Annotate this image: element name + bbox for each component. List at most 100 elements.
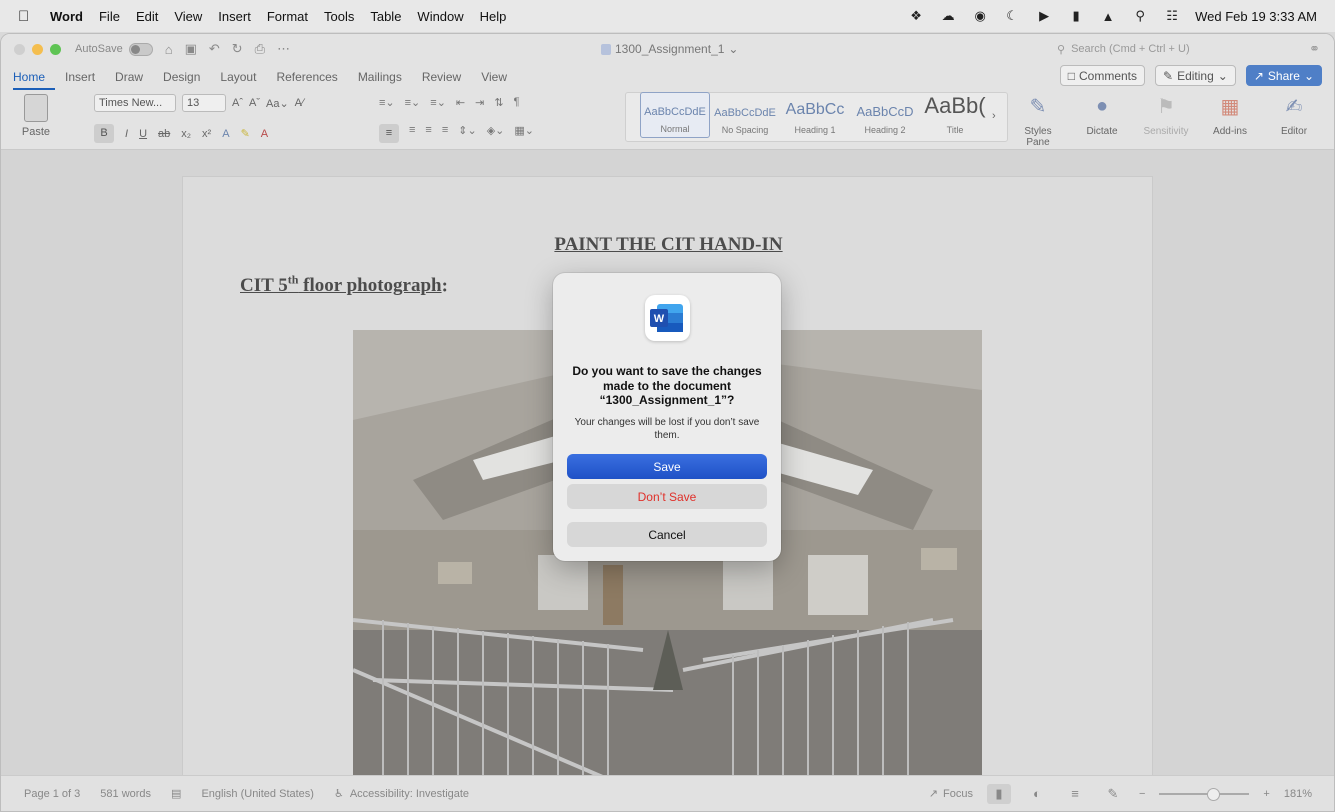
comments-button[interactable]: □ Comments — [1059, 65, 1146, 86]
style-normal[interactable]: AaBbCcDdE Normal — [640, 92, 710, 138]
web-layout-icon[interactable]: ◐ — [1025, 784, 1049, 804]
numbering-icon[interactable]: ≡⌄ — [405, 96, 421, 109]
app-menu[interactable]: Word — [42, 9, 91, 24]
focus-button[interactable]: ↗ Focus — [929, 787, 973, 801]
decrease-indent-icon[interactable]: ⇤ — [456, 96, 465, 109]
chevron-right-icon[interactable]: › — [992, 110, 996, 122]
menubar-clock[interactable]: Wed Feb 19 3:33 AM — [1195, 9, 1317, 24]
zoom-in-button[interactable]: + — [1263, 788, 1269, 800]
align-center-icon[interactable]: ≡ — [409, 124, 415, 143]
accessibility-button[interactable]: ♿ Accessibility: Investigate — [334, 787, 469, 801]
underline-icon[interactable]: U — [139, 128, 147, 140]
zoom-slider[interactable] — [1159, 787, 1250, 801]
subscript-icon[interactable]: x₂ — [181, 128, 191, 140]
home-icon[interactable]: ⌂ — [165, 42, 173, 57]
battery-icon[interactable]: ▮ — [1067, 8, 1085, 23]
cloud-sync-icon[interactable]: ☁ — [939, 8, 957, 23]
style-heading-2[interactable]: AaBbCcD Heading 2 — [850, 92, 920, 138]
change-case-icon[interactable]: Aa⌄ — [266, 97, 289, 110]
bullets-icon[interactable]: ≡⌄ — [379, 96, 395, 109]
draft-view-icon[interactable]: ✎ — [1101, 784, 1125, 804]
menu-help[interactable]: Help — [472, 9, 515, 24]
search-field[interactable]: ⚲ Search (Cmd + Ctrl + U) — [1053, 39, 1308, 59]
print-layout-icon[interactable]: ▮ — [986, 783, 1011, 804]
proofing-icon[interactable]: ▤ — [171, 787, 181, 800]
collaborate-icon[interactable]: ⚭ — [1309, 41, 1320, 57]
save-button[interactable]: Save — [567, 454, 767, 479]
page-count[interactable]: Page 1 of 3 — [24, 788, 80, 800]
more-icon[interactable]: ⋯ — [277, 41, 290, 57]
bold-icon[interactable]: B — [94, 124, 114, 143]
creative-cloud-icon[interactable]: ◉ — [971, 8, 989, 23]
control-center-icon[interactable]: ☷ — [1163, 8, 1181, 23]
highlight-icon[interactable]: ✎ — [241, 127, 250, 140]
strikethrough-icon[interactable]: ab — [158, 128, 170, 140]
tab-layout[interactable]: Layout — [220, 70, 266, 90]
menu-window[interactable]: Window — [409, 9, 471, 24]
editor-button[interactable]: ✍ Editor — [1269, 92, 1319, 148]
share-button[interactable]: ↗ Share ⌄ — [1245, 65, 1322, 86]
document-title[interactable]: 1300_Assignment_1 ⌄ — [601, 42, 738, 56]
tab-references[interactable]: References — [276, 70, 347, 90]
font-color-icon[interactable]: A — [261, 128, 268, 140]
cancel-button[interactable]: Cancel — [567, 522, 767, 547]
align-right-icon[interactable]: ≡ — [425, 124, 431, 143]
tab-insert[interactable]: Insert — [65, 70, 105, 90]
menu-edit[interactable]: Edit — [128, 9, 166, 24]
zoom-window-button[interactable] — [50, 43, 61, 55]
save-icon[interactable]: ▣ — [185, 41, 197, 57]
figma-icon[interactable]: ❖ — [907, 8, 925, 23]
search-icon[interactable]: ⚲ — [1131, 8, 1149, 23]
styles-pane-button[interactable]: ✎ Styles Pane — [1013, 92, 1063, 149]
sensitivity-button[interactable]: ⚑ Sensitivity — [1141, 92, 1191, 148]
menu-table[interactable]: Table — [362, 9, 409, 24]
borders-icon[interactable]: ▦⌄ — [514, 124, 534, 143]
tab-review[interactable]: Review — [422, 70, 471, 90]
clear-formatting-icon[interactable]: A∕ — [295, 97, 304, 109]
menu-view[interactable]: View — [166, 9, 210, 24]
shading-icon[interactable]: ◈⌄ — [487, 124, 505, 143]
redo-icon[interactable]: ↻ — [232, 41, 243, 57]
menu-file[interactable]: File — [91, 9, 128, 24]
tab-view[interactable]: View — [481, 70, 517, 90]
play-icon[interactable]: ▶ — [1035, 8, 1053, 23]
word-count[interactable]: 581 words — [100, 788, 151, 800]
style-title[interactable]: AaBb( Title — [920, 92, 990, 138]
menu-format[interactable]: Format — [259, 9, 316, 24]
line-spacing-icon[interactable]: ⇕⌄ — [458, 124, 476, 143]
minimize-window-button[interactable] — [32, 43, 43, 55]
language-indicator[interactable]: English (United States) — [201, 788, 314, 800]
wifi-icon[interactable]: ▲ — [1099, 9, 1117, 24]
font-size-select[interactable]: 13 — [182, 94, 226, 112]
close-window-button[interactable] — [14, 43, 25, 55]
print-icon[interactable]: ⎙ — [255, 41, 265, 57]
outline-view-icon[interactable]: ≡ — [1063, 784, 1087, 804]
editing-button[interactable]: ✎ Editing ⌄ — [1155, 65, 1236, 86]
zoom-level[interactable]: 181% — [1284, 788, 1312, 800]
tab-home[interactable]: Home — [13, 70, 56, 90]
style-no-spacing[interactable]: AaBbCcDdE No Spacing — [710, 92, 780, 138]
font-name-select[interactable]: Times New... — [94, 94, 176, 112]
zoom-out-button[interactable]: − — [1139, 788, 1145, 800]
shrink-font-icon[interactable]: Aˇ — [249, 97, 260, 109]
menu-tools[interactable]: Tools — [316, 9, 362, 24]
multilevel-list-icon[interactable]: ≡⌄ — [430, 96, 446, 109]
style-heading-1[interactable]: AaBbCc Heading 1 — [780, 92, 850, 138]
italic-icon[interactable]: I — [125, 128, 128, 140]
grow-font-icon[interactable]: Aˆ — [232, 97, 243, 109]
superscript-icon[interactable]: x² — [202, 128, 211, 140]
tab-draw[interactable]: Draw — [115, 70, 153, 90]
align-left-icon[interactable]: ≡ — [379, 124, 399, 143]
moon-icon[interactable]: ☾ — [1003, 8, 1021, 23]
menu-insert[interactable]: Insert — [210, 9, 259, 24]
add-ins-button[interactable]: ▦ Add-ins — [1205, 92, 1255, 148]
paste-button[interactable]: Paste — [16, 94, 56, 138]
dictate-button[interactable]: ● Dictate — [1077, 92, 1127, 148]
justify-icon[interactable]: ≡ — [442, 124, 448, 143]
apple-icon[interactable]:  — [18, 8, 42, 25]
text-effects-icon[interactable]: A — [222, 128, 229, 140]
undo-icon[interactable]: ↶ — [209, 41, 220, 57]
show-formatting-icon[interactable]: ¶ — [514, 96, 520, 109]
tab-mailings[interactable]: Mailings — [358, 70, 412, 90]
increase-indent-icon[interactable]: ⇥ — [475, 96, 484, 109]
